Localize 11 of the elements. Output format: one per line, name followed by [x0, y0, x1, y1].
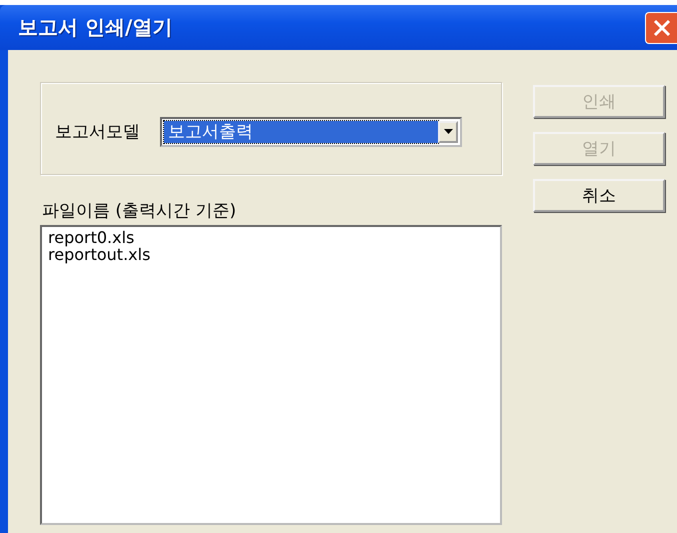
- dropdown-arrow-icon: [444, 129, 452, 134]
- model-label: 보고서모델: [55, 121, 140, 143]
- close-icon: [652, 18, 670, 36]
- file-list-label: 파일이름 (출력시간 기준): [42, 200, 238, 221]
- file-list[interactable]: report0.xls reportout.xls: [40, 225, 502, 525]
- window-title: 보고서 인쇄/열기: [18, 14, 172, 41]
- close-button[interactable]: [645, 12, 677, 44]
- dialog-button[interactable]: 취소: [533, 179, 665, 212]
- model-dropdown[interactable]: 보고서출력: [160, 116, 462, 146]
- file-item[interactable]: reportout.xls: [48, 246, 494, 263]
- file-item[interactable]: report0.xls: [48, 229, 494, 246]
